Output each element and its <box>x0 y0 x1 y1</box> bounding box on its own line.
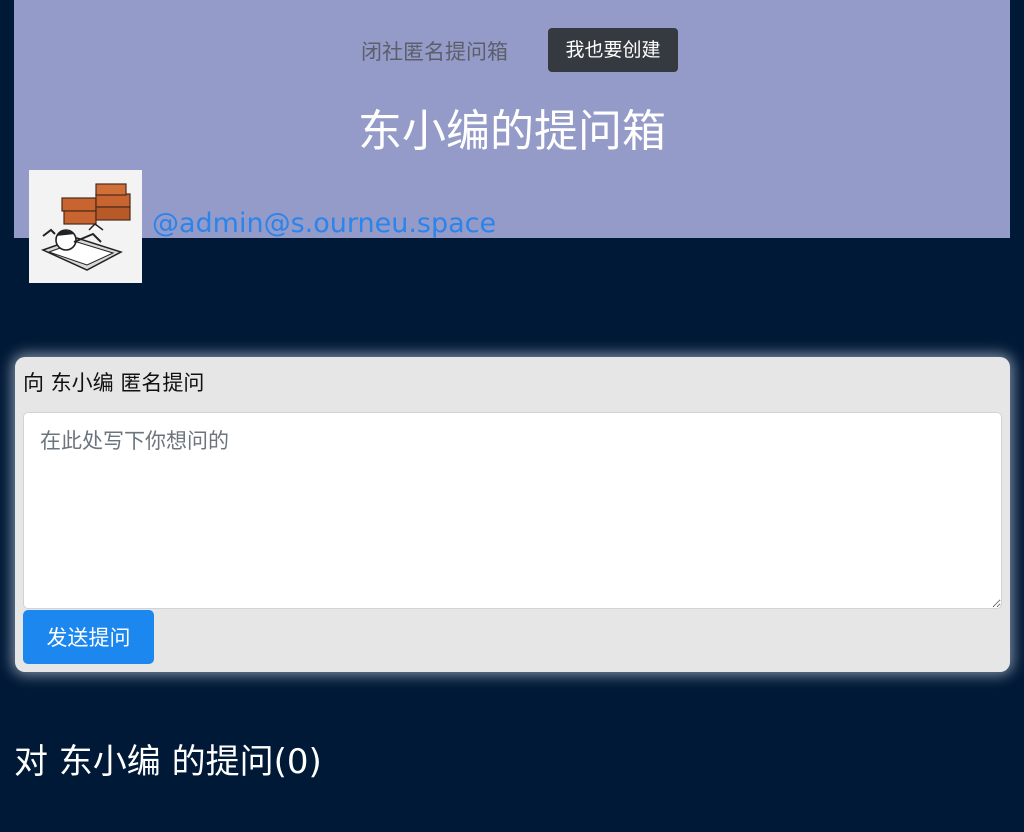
site-brand[interactable]: 闭社匿名提问箱 <box>361 36 508 66</box>
header-banner: 闭社匿名提问箱 我也要创建 东小编的提问箱 <box>14 0 1010 238</box>
create-box-button[interactable]: 我也要创建 <box>548 28 678 72</box>
top-bar: 闭社匿名提问箱 我也要创建 <box>14 28 1010 72</box>
ask-question-card: 向 东小编 匿名提问 发送提问 <box>15 357 1010 672</box>
user-handle-link[interactable]: @admin@s.ourneu.space <box>152 205 496 243</box>
box-title: 东小编的提问箱 <box>358 106 666 157</box>
send-question-button[interactable]: 发送提问 <box>23 610 154 664</box>
question-textarea[interactable] <box>23 412 1002 609</box>
ask-label: 向 东小编 匿名提问 <box>23 371 205 395</box>
avatar <box>29 170 142 283</box>
questions-heading: 对 东小编 的提问(0) <box>14 742 322 782</box>
avatar-illustration-icon <box>29 170 142 283</box>
